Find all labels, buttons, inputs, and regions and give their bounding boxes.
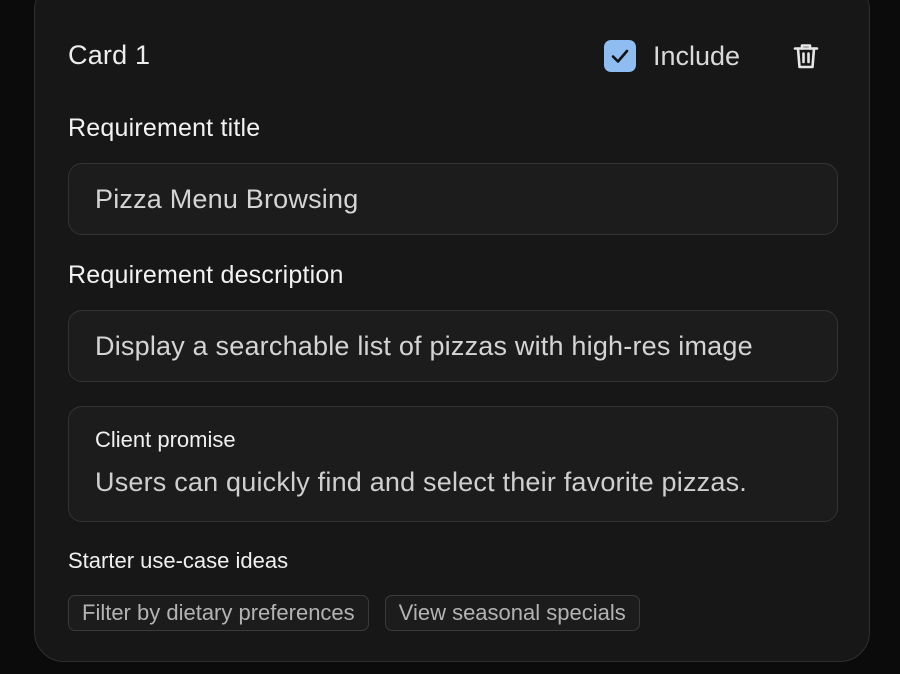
client-promise-text: Users can quickly find and select their … xyxy=(95,467,747,497)
include-checkbox[interactable] xyxy=(604,40,636,72)
requirement-description-label: Requirement description xyxy=(68,261,344,289)
client-promise-label: Client promise xyxy=(95,427,236,452)
idea-chip-seasonal[interactable]: View seasonal specials xyxy=(384,595,640,631)
include-label: Include xyxy=(653,40,741,71)
card-title: Card 1 xyxy=(68,40,151,70)
client-promise-box: Client promise Users can quickly find an… xyxy=(68,406,838,522)
checkmark-icon xyxy=(611,49,629,63)
starter-ideas-label: Starter use-case ideas xyxy=(68,548,289,573)
requirement-title-input[interactable]: Pizza Menu Browsing xyxy=(68,163,838,235)
requirement-description-input[interactable]: Display a searchable list of pizzas with… xyxy=(68,310,838,382)
trash-icon xyxy=(793,44,819,69)
starter-ideas-chips: Filter by dietary preferences View seaso… xyxy=(68,595,640,631)
include-toggle[interactable]: Include xyxy=(604,40,740,72)
requirement-title-label: Requirement title xyxy=(68,114,261,142)
idea-chip-dietary[interactable]: Filter by dietary preferences xyxy=(68,595,369,631)
delete-button[interactable] xyxy=(790,40,822,72)
